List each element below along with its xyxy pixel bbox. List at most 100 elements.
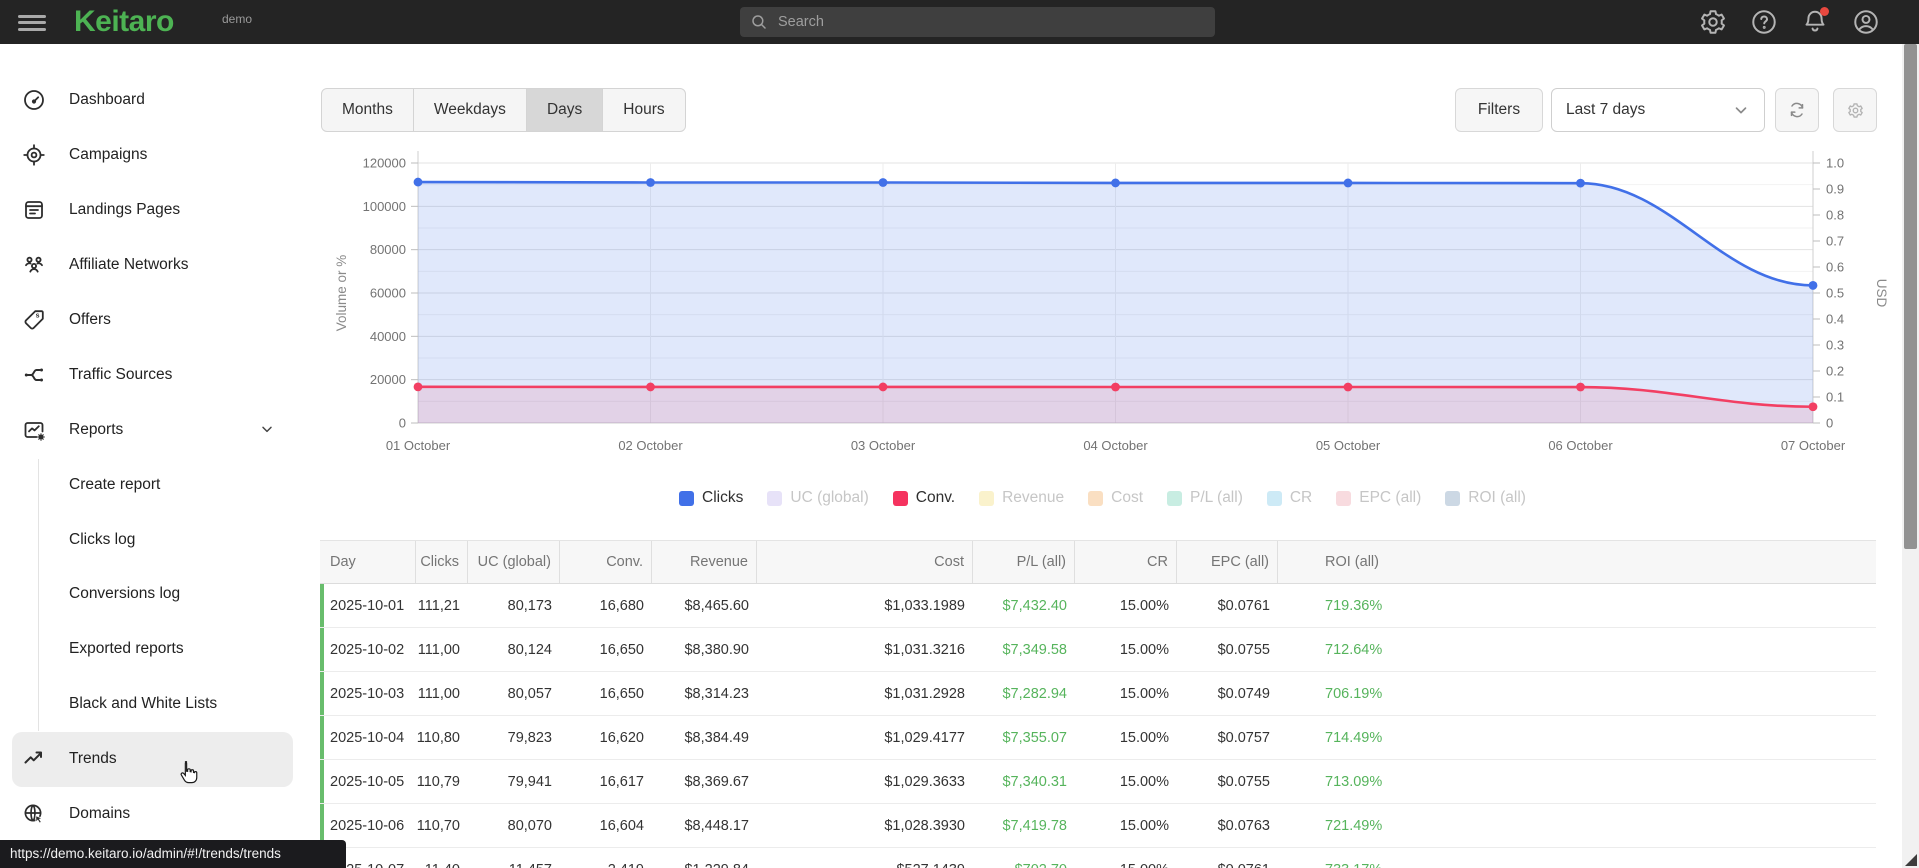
traffic-icon bbox=[22, 363, 46, 387]
legend-item-p-l-all[interactable]: P/L (all) bbox=[1167, 489, 1243, 507]
svg-text:06 October: 06 October bbox=[1548, 438, 1613, 453]
cell-cost: $1,029.4177 bbox=[884, 729, 965, 746]
cell-day: 2025-10-01 bbox=[330, 597, 405, 614]
sidebar-item-create-report[interactable]: Create report bbox=[12, 457, 293, 512]
cell-epc-all: $0.0755 bbox=[1217, 641, 1270, 658]
keitaro-trends-page: Keitaro demo Dashboard Campaigns Landings … bbox=[0, 0, 1919, 868]
cell-uc-global: 80,070 bbox=[507, 817, 552, 834]
cell-day: 2025-10-05 bbox=[330, 773, 405, 790]
tab-days[interactable]: Days bbox=[526, 89, 604, 131]
cell-uc-global: 80,124 bbox=[507, 641, 552, 658]
cell-pl-all: $7,355.07 bbox=[1002, 729, 1067, 746]
cell-epc-all: $0.0761 bbox=[1217, 597, 1270, 614]
hamburger-menu-icon[interactable] bbox=[18, 11, 46, 33]
chart-settings-button[interactable] bbox=[1833, 88, 1877, 132]
svg-text:1.0: 1.0 bbox=[1826, 156, 1844, 171]
cell-revenue: $8,369.67 bbox=[684, 773, 749, 790]
legend-label: Conv. bbox=[915, 489, 956, 506]
vertical-scrollbar[interactable] bbox=[1902, 44, 1919, 868]
sidebar-item-label: Landings Pages bbox=[69, 201, 181, 219]
cell-cr: 15.00% bbox=[1119, 773, 1169, 790]
legend-item-roi-all[interactable]: ROI (all) bbox=[1445, 489, 1526, 507]
column-header-day: Day bbox=[320, 541, 416, 583]
sidebar-item-trends[interactable]: Trends bbox=[12, 731, 293, 787]
cell-cost: $1,031.3216 bbox=[884, 641, 965, 658]
cell-epc-all: $0.0761 bbox=[1177, 848, 1278, 868]
cell-cr: 15.00% bbox=[1119, 597, 1169, 614]
global-search[interactable] bbox=[740, 7, 1215, 37]
cell-cr: 15.00% bbox=[1075, 848, 1177, 868]
date-range-select[interactable]: Last 7 days bbox=[1551, 88, 1765, 132]
sidebar-item-traffic-sources[interactable]: Traffic Sources bbox=[12, 347, 293, 402]
cell-roi-all: 706.19% bbox=[1325, 685, 1383, 702]
svg-text:07 October: 07 October bbox=[1781, 438, 1846, 453]
sidebar-item-conversions-log[interactable]: Conversions log bbox=[12, 567, 293, 622]
cell-roi-all: 713.09% bbox=[1325, 773, 1383, 790]
sidebar-item-landings-pages[interactable]: Landings Pages bbox=[12, 183, 293, 238]
legend-item-epc-all[interactable]: EPC (all) bbox=[1336, 489, 1421, 507]
cell-conv: 16,650 bbox=[599, 685, 644, 702]
svg-text:USD: USD bbox=[1874, 279, 1889, 308]
chevron-down-icon bbox=[259, 421, 275, 437]
cell-pl-all: $702.70 bbox=[973, 848, 1075, 868]
cell-conv: 16,620 bbox=[599, 729, 644, 746]
sidebar-item-black-and-white-lists[interactable]: Black and White Lists bbox=[12, 677, 293, 732]
svg-text:05 October: 05 October bbox=[1316, 438, 1381, 453]
tab-months[interactable]: Months bbox=[322, 89, 414, 131]
cell-epc-all: $0.0763 bbox=[1217, 817, 1270, 834]
notifications-icon[interactable] bbox=[1801, 7, 1829, 36]
tab-weekdays[interactable]: Weekdays bbox=[414, 89, 527, 131]
reports-icon bbox=[22, 418, 46, 442]
search-input[interactable] bbox=[778, 14, 1205, 30]
cell-clicks: 110,80 bbox=[416, 729, 460, 746]
legend-item-cr[interactable]: CR bbox=[1266, 489, 1313, 507]
sidebar-item-offers[interactable]: s Offers bbox=[12, 293, 293, 348]
tab-hours[interactable]: Hours bbox=[603, 89, 684, 131]
refresh-button[interactable] bbox=[1775, 88, 1819, 132]
notification-badge bbox=[1820, 7, 1829, 16]
landings-icon bbox=[22, 198, 46, 222]
svg-text:60000: 60000 bbox=[370, 286, 406, 301]
svg-text:s: s bbox=[36, 312, 40, 319]
scrollbar-thumb[interactable] bbox=[1904, 44, 1917, 549]
legend-swatch bbox=[892, 490, 908, 506]
sidebar-item-affiliate-networks[interactable]: Affiliate Networks bbox=[12, 238, 293, 293]
cell-uc-global: 80,057 bbox=[507, 685, 552, 702]
legend-item-uc-global[interactable]: UC (global) bbox=[767, 489, 869, 507]
sidebar-item-label: Trends bbox=[69, 750, 117, 768]
legend-swatch bbox=[1266, 490, 1282, 506]
filters-button[interactable]: Filters bbox=[1455, 88, 1543, 132]
legend-label: CR bbox=[1289, 489, 1313, 506]
svg-text:0.5: 0.5 bbox=[1826, 286, 1844, 301]
cell-pl-all: $7,432.40 bbox=[1002, 597, 1067, 614]
help-icon[interactable] bbox=[1750, 8, 1778, 36]
column-header-epc-all: EPC (all) bbox=[1177, 541, 1278, 583]
legend-item-cost[interactable]: Cost bbox=[1088, 489, 1143, 507]
cell-clicks: 110,70 bbox=[416, 817, 460, 834]
cell-day: 2025-10-03 bbox=[330, 685, 405, 702]
svg-text:40000: 40000 bbox=[370, 329, 406, 344]
cell-revenue: $8,314.23 bbox=[684, 685, 749, 702]
sidebar-item-dashboard[interactable]: Dashboard bbox=[12, 73, 293, 128]
cell-pl-all: $7,340.31 bbox=[1002, 773, 1067, 790]
sidebar-item-exported-reports[interactable]: Exported reports bbox=[12, 622, 293, 677]
sidebar-item-reports[interactable]: Reports bbox=[12, 402, 293, 457]
cell-clicks: 11,40 bbox=[416, 848, 468, 868]
cell-clicks: 111,21 bbox=[417, 597, 460, 614]
account-icon[interactable] bbox=[1852, 8, 1880, 36]
cell-pl-all: $7,282.94 bbox=[1002, 685, 1067, 702]
sidebar: Dashboard Campaigns Landings Pages Affiliat… bbox=[0, 44, 305, 868]
sidebar-item-domains[interactable]: Domains bbox=[12, 787, 293, 842]
legend-swatch bbox=[1445, 490, 1461, 506]
settings-icon[interactable] bbox=[1699, 8, 1727, 36]
svg-text:02 October: 02 October bbox=[618, 438, 683, 453]
keitaro-logo[interactable]: Keitaro bbox=[74, 5, 174, 39]
sidebar-item-campaigns[interactable]: Campaigns bbox=[12, 128, 293, 183]
cell-uc-global: 11,457 bbox=[468, 848, 560, 868]
sidebar-item-clicks-log[interactable]: Clicks log bbox=[12, 512, 293, 567]
cell-roi-all: 721.49% bbox=[1325, 817, 1383, 834]
sidebar-item-label: Clicks log bbox=[69, 530, 136, 548]
legend-item-revenue[interactable]: Revenue bbox=[979, 489, 1064, 507]
legend-item-conv[interactable]: Conv. bbox=[892, 489, 956, 507]
legend-item-clicks[interactable]: Clicks bbox=[679, 489, 743, 507]
